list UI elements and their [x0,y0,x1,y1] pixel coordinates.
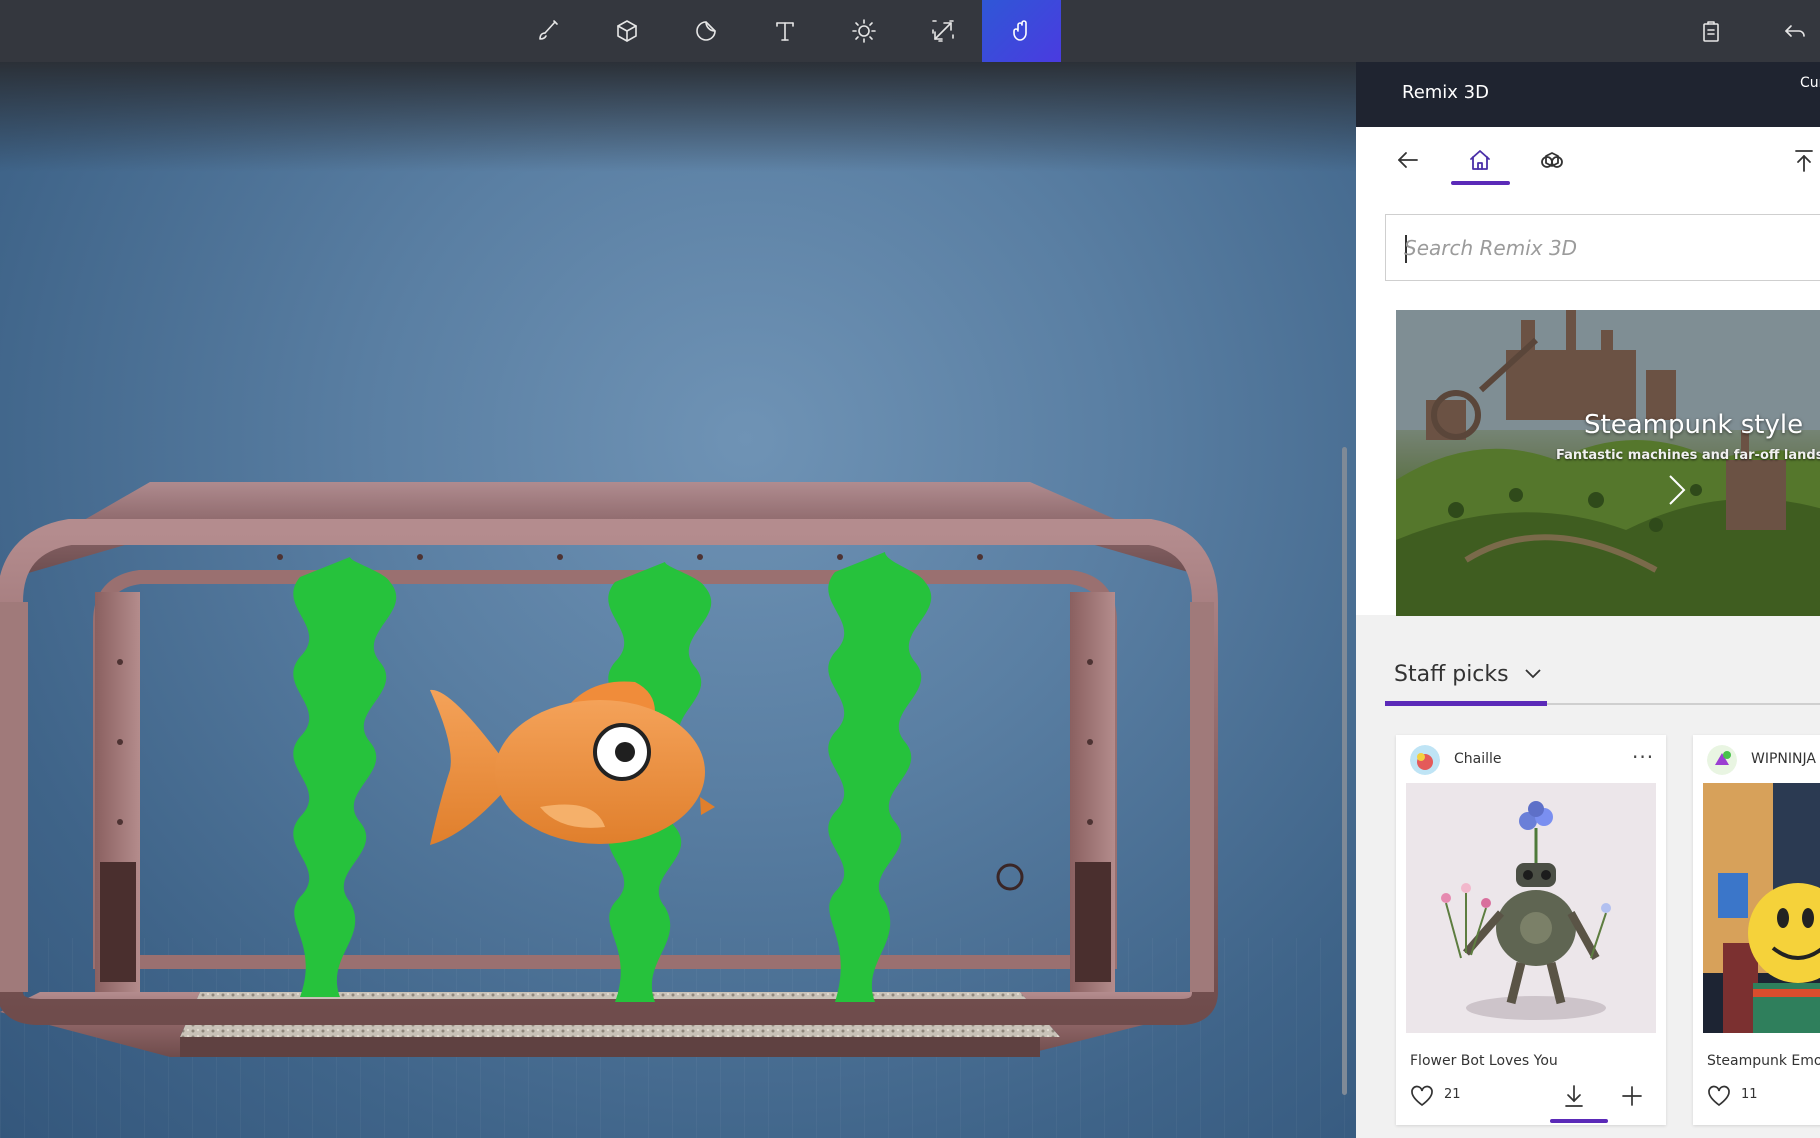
undo-icon [1785,25,1805,37]
3d-canvas[interactable] [0,62,1356,1138]
download-button[interactable] [1562,1083,1586,1109]
remix-icon [1012,20,1027,41]
stickers-button[interactable] [666,0,745,62]
upload-button[interactable] [1784,140,1820,180]
model-card[interactable]: Chaille ··· Flower Bot Loves You 21 [1396,735,1666,1125]
card-author[interactable]: Chaille [1454,751,1502,767]
effects-button[interactable] [824,0,903,62]
sticker-icon [695,21,716,41]
plus-icon [1622,1086,1642,1106]
download-icon [1565,1085,1583,1107]
staff-picks-dropdown[interactable]: Staff picks [1394,662,1543,687]
chevron-down-icon [1524,668,1541,678]
download-indicator [1550,1119,1608,1123]
banner-subtitle: Fantastic machines and far-off lands [1556,448,1820,463]
add-to-scene-button[interactable] [1620,1083,1644,1109]
featured-banner[interactable]: Steampunk style Fantastic machines and f… [1396,310,1820,616]
heart-icon [1708,1085,1730,1107]
back-button[interactable] [1388,140,1428,180]
card-author[interactable]: WIPNINJA [1751,751,1816,767]
avatar[interactable] [1410,745,1440,775]
3d-shapes-button[interactable] [587,0,666,62]
more-options-button[interactable]: ··· [1632,745,1654,769]
home-tab-indicator [1451,181,1510,185]
paste-icon [1703,21,1719,42]
like-count: 21 [1444,1087,1461,1102]
aquarium-scene [0,482,1218,1057]
paste-button[interactable] [1686,0,1736,62]
card-title[interactable]: Steampunk Emoji [1707,1053,1820,1069]
flower-bot-image [1406,783,1656,1033]
search-box[interactable] [1385,214,1820,281]
model-thumbnail[interactable] [1703,783,1820,1033]
chevron-right-icon [1669,475,1686,505]
resize-icon [931,20,954,42]
like-button[interactable] [1410,1085,1434,1107]
remix-3d-panel: Remix 3D Cur Steampunk sty [1356,62,1820,1138]
section-label: Staff picks [1394,662,1509,687]
panel-header-link[interactable]: Cur [1800,75,1820,91]
brush-tool-button[interactable] [508,0,587,62]
heart-icon [1411,1085,1433,1107]
section-indicator [1385,701,1547,706]
panel-title: Remix 3D [1402,82,1489,103]
avatar[interactable] [1707,745,1737,775]
my-models-tab[interactable] [1532,140,1572,180]
search-input[interactable] [1404,233,1804,263]
top-toolbar [0,0,1820,62]
model-thumbnail[interactable] [1406,783,1656,1033]
like-button[interactable] [1707,1085,1731,1107]
sun-icon [851,19,876,43]
upload-icon [1795,150,1813,172]
remix-3d-button[interactable] [982,0,1061,62]
model-card[interactable]: WIPNINJA Steampunk Emoji 11 [1693,735,1820,1125]
undo-button[interactable] [1770,0,1820,62]
banner-title: Steampunk style [1584,410,1804,440]
steampunk-scene [1396,310,1820,616]
models-icon [1541,152,1563,168]
banner-next-button[interactable] [1664,470,1690,510]
text-icon [775,22,794,41]
like-count: 11 [1741,1087,1758,1102]
cube-icon [616,20,637,42]
back-arrow-icon [1398,152,1418,168]
text-tool-button[interactable] [745,0,824,62]
panel-header: Remix 3D Cur [1356,62,1820,127]
canvas-button[interactable] [903,0,982,62]
card-title[interactable]: Flower Bot Loves You [1410,1053,1558,1069]
home-icon [1470,150,1490,170]
home-tab[interactable] [1460,140,1500,180]
canvas-scrollbar[interactable] [1342,447,1347,1095]
brush-icon [538,20,558,40]
steampunk-emoji-image [1703,783,1820,1033]
